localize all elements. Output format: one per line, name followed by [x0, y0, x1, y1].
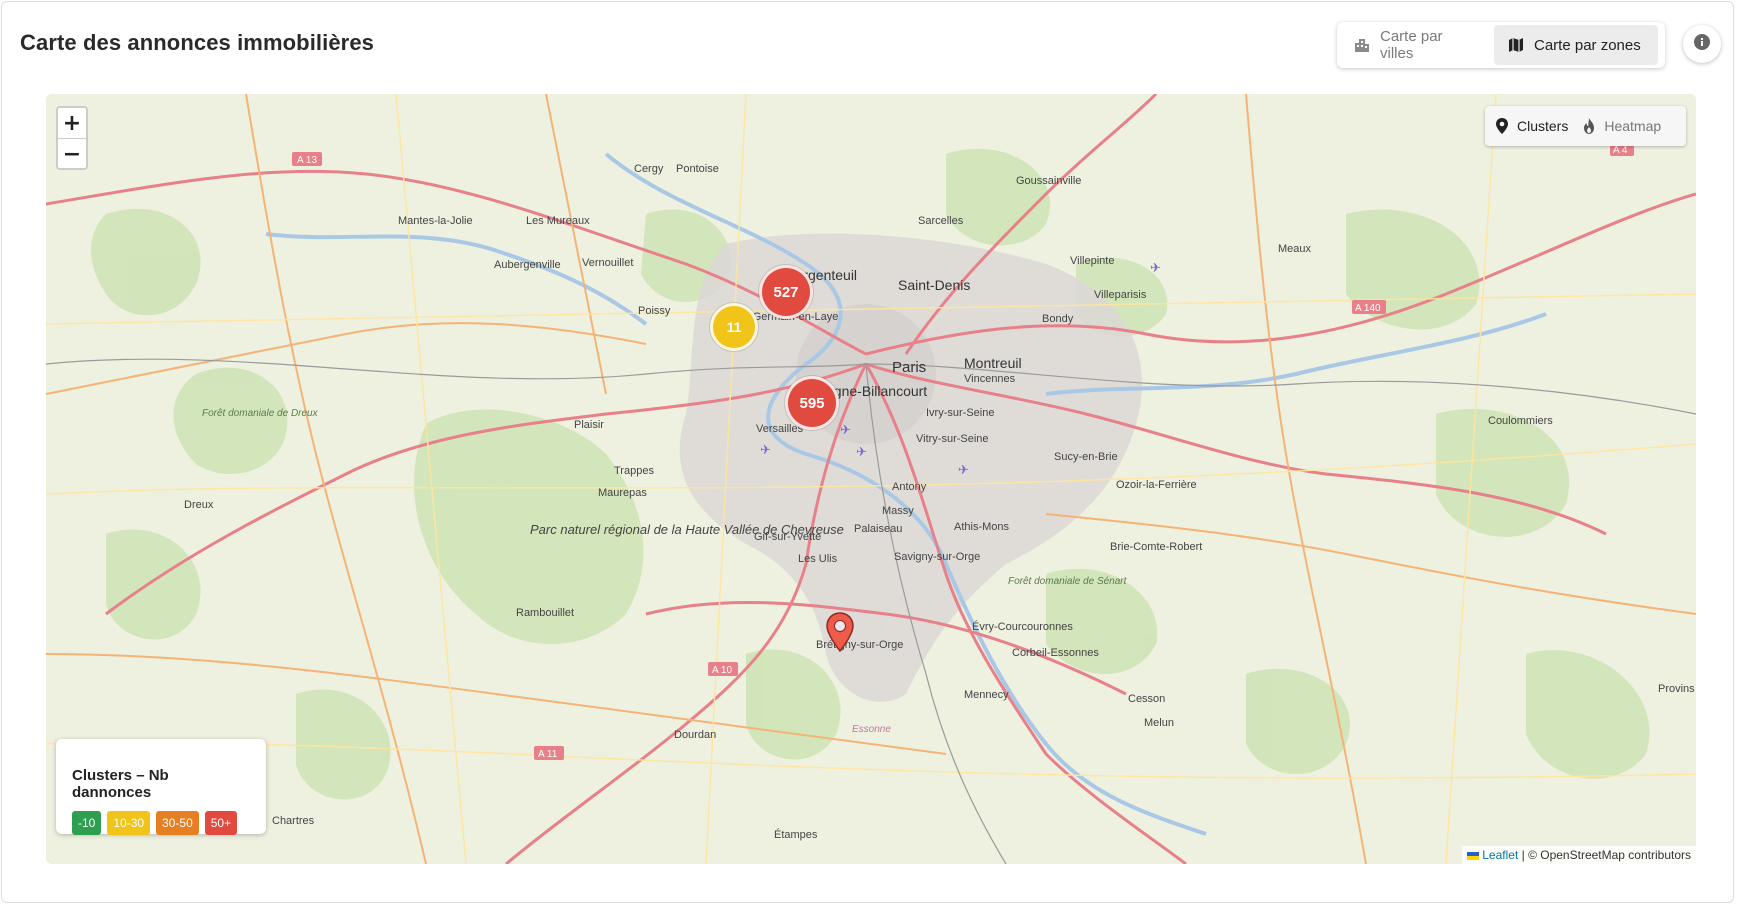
place-label: Meaux: [1278, 243, 1312, 255]
place-label: Coulommiers: [1488, 415, 1553, 427]
zoom-in-button[interactable]: +: [58, 108, 86, 139]
place-label: Athis-Mons: [954, 521, 1010, 533]
place-label: Trappes: [614, 465, 654, 477]
place-label: Sarcelles: [918, 215, 964, 227]
zone-map-button[interactable]: Carte par zones: [1494, 25, 1658, 65]
park-label: Parc naturel régional de la Haute Vallée…: [530, 522, 844, 537]
road-label: A 140: [1355, 303, 1381, 314]
legend-title: Clusters – Nb dannonces: [72, 767, 169, 801]
road-label: A 4: [1613, 145, 1628, 156]
page-title: Carte des annonces immobilières: [20, 30, 375, 55]
place-label: Rambouillet: [516, 607, 574, 619]
map-container[interactable]: A 13 A 140 A 10 A 11 A 4 Paris Boulogne-…: [46, 94, 1696, 864]
heatmap-button[interactable]: Heatmap: [1582, 118, 1661, 134]
location-marker[interactable]: [825, 612, 855, 657]
leaflet-link[interactable]: Leaflet: [1482, 848, 1518, 862]
view-toggle: Carte par villes Carte par zones: [1337, 22, 1665, 68]
flame-icon: [1582, 118, 1596, 134]
attribution-text: | © OpenStreetMap contributors: [1521, 848, 1691, 862]
place-label: Provins: [1658, 683, 1695, 695]
place-label: Corbeil-Essonnes: [1012, 647, 1099, 659]
map-attribution: Leaflet | © OpenStreetMap contributors: [1462, 846, 1696, 864]
place-label: Plaisir: [574, 419, 604, 431]
place-label: Bondy: [1042, 313, 1074, 325]
cluster-marker[interactable]: 527: [759, 265, 813, 319]
airport-icon: ✈: [840, 423, 851, 438]
airport-icon: ✈: [1150, 261, 1161, 276]
place-label: Dreux: [184, 499, 214, 511]
legend-item: -10: [72, 811, 102, 835]
place-label: Antony: [892, 481, 927, 493]
place-label: Goussainville: [1016, 175, 1081, 187]
ukraine-flag-icon: [1467, 851, 1480, 860]
place-label: Cesson: [1128, 693, 1165, 705]
info-button[interactable]: [1683, 25, 1721, 63]
airport-icon: ✈: [760, 443, 771, 458]
place-label: Massy: [882, 505, 914, 517]
cluster-marker[interactable]: 595: [785, 376, 839, 430]
place-label: Sucy-en-Brie: [1054, 451, 1118, 463]
place-label: Mantes-la-Jolie: [398, 215, 473, 227]
main-card: Carte des annonces immobilières Carte pa…: [1, 1, 1734, 903]
city-map-label: Carte par villes: [1380, 28, 1443, 62]
city-icon: [1354, 37, 1370, 53]
cluster-legend: Clusters – Nb dannonces -10 10-30 30-50 …: [56, 739, 266, 835]
legend-item: 10-30: [107, 811, 151, 835]
airport-icon: ✈: [856, 445, 867, 460]
layer-toggle: Clusters Heatmap: [1485, 106, 1686, 146]
road-label: A 11: [538, 749, 558, 760]
map-pin-icon: [1495, 118, 1509, 134]
place-label: Évry-Courcouronnes: [972, 620, 1073, 633]
map-tiles: A 13 A 140 A 10 A 11 A 4 Paris Boulogne-…: [46, 94, 1696, 864]
place-label: Les Mureaux: [526, 215, 590, 227]
cluster-marker[interactable]: 11: [710, 303, 758, 351]
place-label: Pontoise: [676, 163, 719, 175]
place-label: Forêt domaniale de Sénart: [1008, 576, 1128, 587]
place-label: Savigny-sur-Orge: [894, 551, 980, 563]
zone-map-label: Carte par zones: [1534, 36, 1641, 54]
place-label: Ivry-sur-Seine: [926, 407, 994, 419]
legend-item: 50+: [204, 811, 238, 835]
place-label: Vernouillet: [582, 257, 633, 269]
place-label: Villeparisis: [1094, 289, 1147, 301]
heatmap-label: Heatmap: [1604, 118, 1662, 134]
airport-icon: ✈: [958, 463, 969, 478]
place-label: Ozoir-la-Ferrière: [1116, 479, 1197, 491]
place-label: Paris: [892, 359, 926, 376]
place-label: Aubergenville: [494, 259, 561, 271]
clusters-label: Clusters: [1517, 118, 1569, 134]
place-label: Étampes: [774, 828, 818, 841]
legend-item: 30-50: [156, 811, 199, 835]
place-label: Palaiseau: [854, 523, 902, 535]
city-map-button[interactable]: Carte par villes: [1340, 25, 1494, 65]
place-label: Saint-Denis: [898, 277, 970, 293]
place-label: Essonne: [852, 724, 891, 735]
place-label: Forêt domaniale de Dreux: [202, 408, 319, 419]
map-icon: [1508, 37, 1524, 53]
zoom-out-button[interactable]: −: [58, 139, 86, 169]
place-label: Montreuil: [964, 355, 1022, 371]
place-label: Cergy: [634, 163, 664, 175]
road-label: A 13: [297, 155, 317, 166]
place-label: Mennecy: [964, 689, 1009, 701]
place-label: Les Ulis: [798, 553, 838, 565]
place-label: Vincennes: [964, 373, 1016, 385]
info-icon: [1693, 33, 1711, 56]
place-label: Chartres: [272, 815, 315, 827]
zoom-control: + −: [56, 106, 88, 170]
place-label: Poissy: [638, 305, 671, 317]
clusters-button[interactable]: Clusters: [1495, 118, 1568, 134]
place-label: Maurepas: [598, 487, 647, 499]
place-label: Villepinte: [1070, 255, 1114, 267]
place-label: Brie-Comte-Robert: [1110, 541, 1202, 553]
place-label: Dourdan: [674, 729, 716, 741]
place-label: Melun: [1144, 717, 1174, 729]
place-label: Vitry-sur-Seine: [916, 433, 989, 445]
road-label: A 10: [712, 665, 732, 676]
